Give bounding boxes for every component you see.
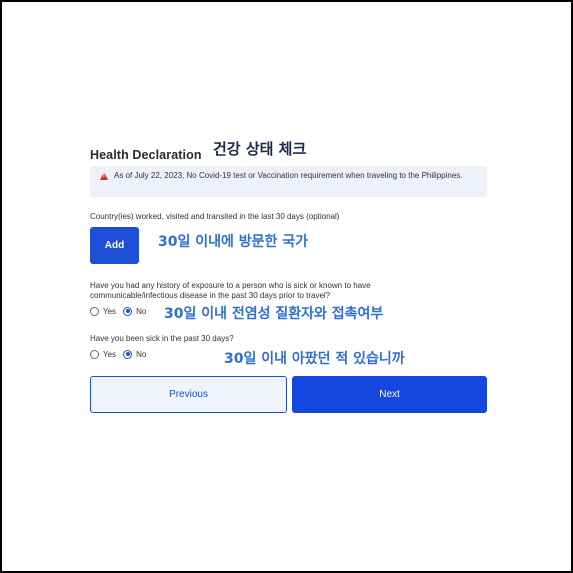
- exposure-question: Have you had any history of exposure to …: [90, 281, 371, 300]
- warning-icon: [100, 172, 108, 180]
- sick-question: Have you been sick in the past 30 days?: [90, 334, 234, 343]
- exposure-radio-group: Yes No: [90, 305, 153, 317]
- previous-button[interactable]: Previous: [90, 376, 287, 413]
- screenshot-frame: 건강 상태 체크 Health Declaration As of July 2…: [0, 0, 573, 573]
- annotation-exposure-ko: 30일 이내 전염성 질환자와 접촉여부: [164, 306, 384, 322]
- countries-label: Country(ies) worked, visited and transit…: [90, 212, 340, 221]
- exposure-yes-label[interactable]: Yes: [103, 307, 116, 316]
- annotation-sick-ko: 30일 이내 아팠던 적 있습니까: [224, 351, 405, 367]
- exposure-yes-radio[interactable]: [90, 306, 99, 316]
- sick-yes-radio[interactable]: [90, 349, 99, 359]
- add-country-button[interactable]: Add: [90, 227, 139, 264]
- sick-no-label[interactable]: No: [136, 350, 146, 359]
- page-title: Health Declaration: [90, 148, 202, 162]
- sick-no-radio[interactable]: [123, 349, 133, 359]
- exposure-no-label[interactable]: No: [136, 307, 146, 316]
- annotation-countries-ko: 30일 이내에 방문한 국가: [158, 234, 309, 250]
- exposure-no-radio[interactable]: [123, 306, 133, 316]
- sick-yes-label[interactable]: Yes: [103, 350, 116, 359]
- notice-text: As of July 22, 2023, No Covid-19 test or…: [114, 171, 463, 180]
- covid-notice-banner: As of July 22, 2023, No Covid-19 test or…: [90, 166, 487, 197]
- annotation-title-ko: 건강 상태 체크: [213, 140, 307, 158]
- sick-radio-group: Yes No: [90, 348, 153, 360]
- next-button[interactable]: Next: [292, 376, 487, 413]
